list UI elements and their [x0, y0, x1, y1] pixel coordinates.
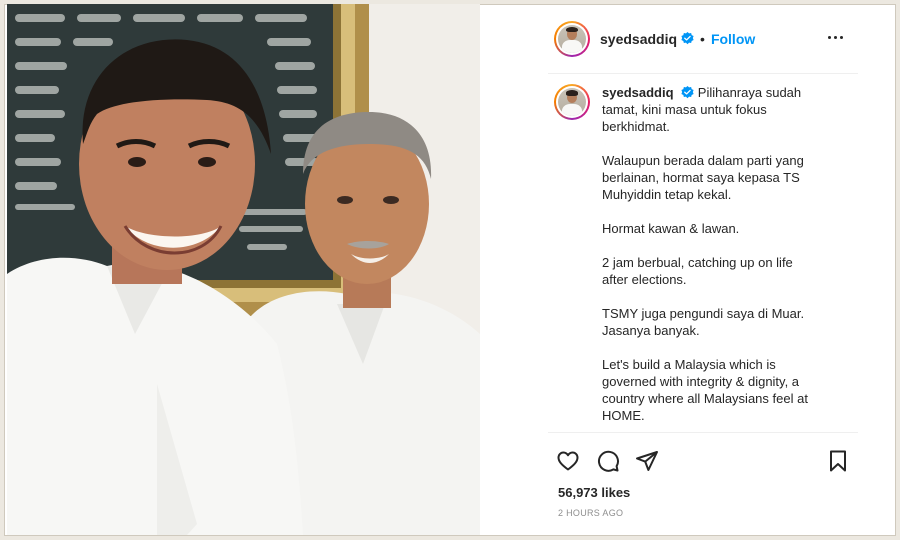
caption-paragraph: syedsaddiq Pilihanraya sudah tamat, kini…	[602, 84, 822, 135]
caption-paragraph: Walaupun berada dalam parti yang berlain…	[602, 153, 804, 202]
caption-paragraph: TSMY juga pengundi saya di Muar. Jasanya…	[602, 306, 805, 338]
post-side-panel: syedsaddiq • Follow syedsaddiq Pilihanra…	[548, 4, 858, 535]
post-header: syedsaddiq • Follow	[548, 4, 858, 74]
caption-paragraph: 2 jam berbual, catching up on life after…	[602, 255, 793, 287]
bookmark-icon[interactable]	[826, 449, 850, 473]
action-bar	[548, 432, 858, 484]
separator-dot: •	[700, 30, 705, 47]
heart-icon[interactable]	[556, 449, 580, 473]
caption-paragraph: Let's build a Malaysia which is governed…	[602, 357, 808, 423]
username-link[interactable]: syedsaddiq	[600, 31, 677, 47]
caption-username[interactable]: syedsaddiq	[602, 85, 674, 100]
verified-badge-icon	[681, 32, 694, 45]
verified-badge-icon	[681, 86, 694, 99]
follow-button[interactable]: Follow	[711, 31, 755, 47]
post-timestamp[interactable]: 2 HOURS AGO	[558, 508, 623, 518]
avatar[interactable]	[554, 20, 590, 57]
caption-avatar[interactable]	[554, 84, 590, 120]
caption-paragraph: Hormat kawan & lawan.	[602, 221, 740, 236]
paper-plane-icon[interactable]	[635, 449, 659, 473]
selfie-illustration	[7, 4, 480, 535]
caption: syedsaddiq Pilihanraya sudah tamat, kini…	[548, 84, 848, 430]
more-options-icon[interactable]	[828, 32, 844, 44]
post-photo[interactable]	[7, 4, 480, 535]
likes-count[interactable]: 56,973 likes	[558, 485, 630, 500]
comment-icon[interactable]	[596, 449, 620, 473]
caption-text: syedsaddiq Pilihanraya sudah tamat, kini…	[602, 84, 822, 430]
